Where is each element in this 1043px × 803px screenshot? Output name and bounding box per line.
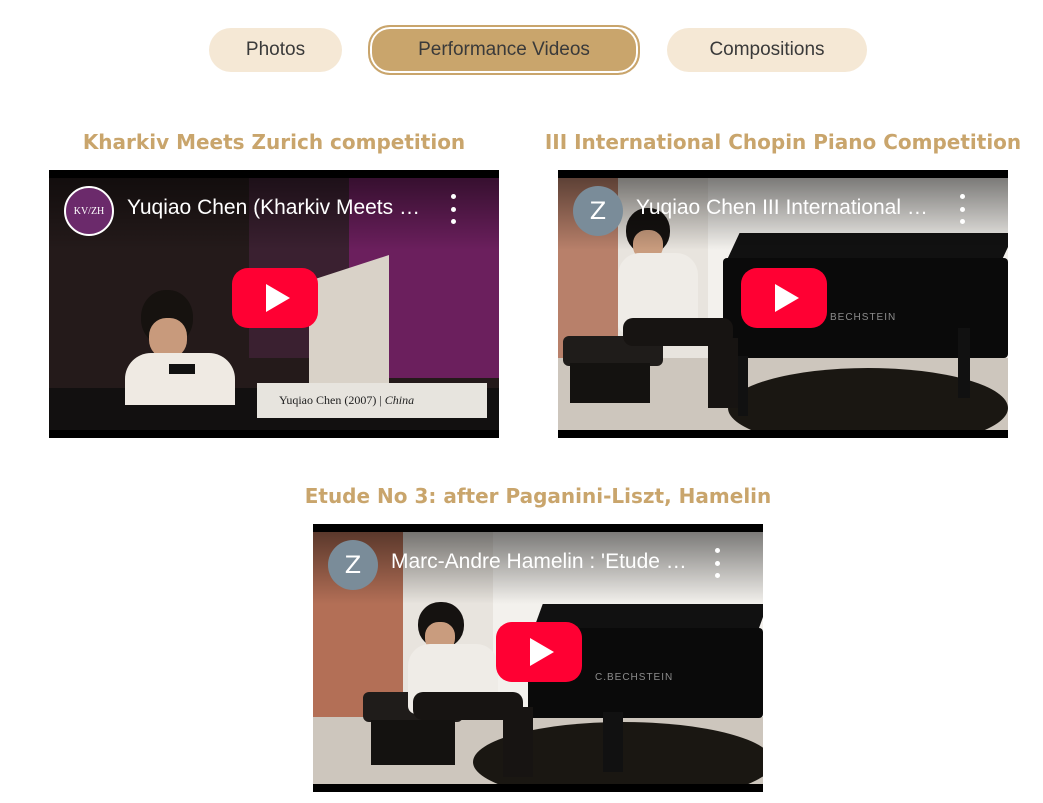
more-vertical-icon[interactable] <box>447 194 459 224</box>
channel-avatar[interactable]: Z <box>328 540 378 590</box>
video-heading-kharkiv: Kharkiv Meets Zurich competition <box>82 130 466 154</box>
video-bottom-bar <box>49 430 499 438</box>
piano-brand-text: C.BECHSTEIN <box>595 672 674 683</box>
video-bottom-bar <box>558 430 1008 438</box>
video-header-overlay: Z Marc-Andre Hamelin : 'Etude No 3... <box>313 524 763 604</box>
channel-avatar[interactable]: KV/ZH <box>64 186 114 236</box>
video-player-chopin[interactable]: BECHSTEIN Z Yuqiao Chen III Internationa… <box>558 170 1008 438</box>
play-icon[interactable] <box>496 622 582 682</box>
gallery-tabs: Photos Performance Videos Compositions <box>0 25 1043 78</box>
video-header-overlay: KV/ZH Yuqiao Chen (Kharkiv Meets Zurich.… <box>49 170 499 250</box>
tab-compositions[interactable]: Compositions <box>667 28 867 72</box>
piano-brand-text: BECHSTEIN <box>830 312 897 323</box>
more-vertical-icon[interactable] <box>956 194 968 224</box>
tab-performance-videos[interactable]: Performance Videos <box>368 25 640 75</box>
tab-photos[interactable]: Photos <box>209 28 342 72</box>
channel-avatar[interactable]: Z <box>573 186 623 236</box>
video-header-overlay: Z Yuqiao Chen III International Chopin..… <box>558 170 1008 250</box>
play-icon[interactable] <box>232 268 318 328</box>
video-title-link[interactable]: Marc-Andre Hamelin : 'Etude No 3... <box>391 550 691 574</box>
video-player-etude[interactable]: C.BECHSTEIN Z Marc-Andre Hamelin : 'Etud… <box>313 524 763 792</box>
video-heading-chopin: III International Chopin Piano Competiti… <box>544 130 1022 154</box>
lower-third-caption: Yuqiao Chen (2007) | China <box>279 393 415 407</box>
video-title-link[interactable]: Yuqiao Chen III International Chopin... <box>636 196 936 220</box>
play-icon[interactable] <box>741 268 827 328</box>
video-title-link[interactable]: Yuqiao Chen (Kharkiv Meets Zurich... <box>127 196 427 220</box>
more-vertical-icon[interactable] <box>711 548 723 578</box>
video-heading-etude: Etude No 3: after Paganini-Liszt, Hameli… <box>304 484 772 508</box>
video-player-kharkiv[interactable]: Yuqiao Chen (2007) | China KV/ZH Yuqiao … <box>49 170 499 438</box>
video-bottom-bar <box>313 784 763 792</box>
